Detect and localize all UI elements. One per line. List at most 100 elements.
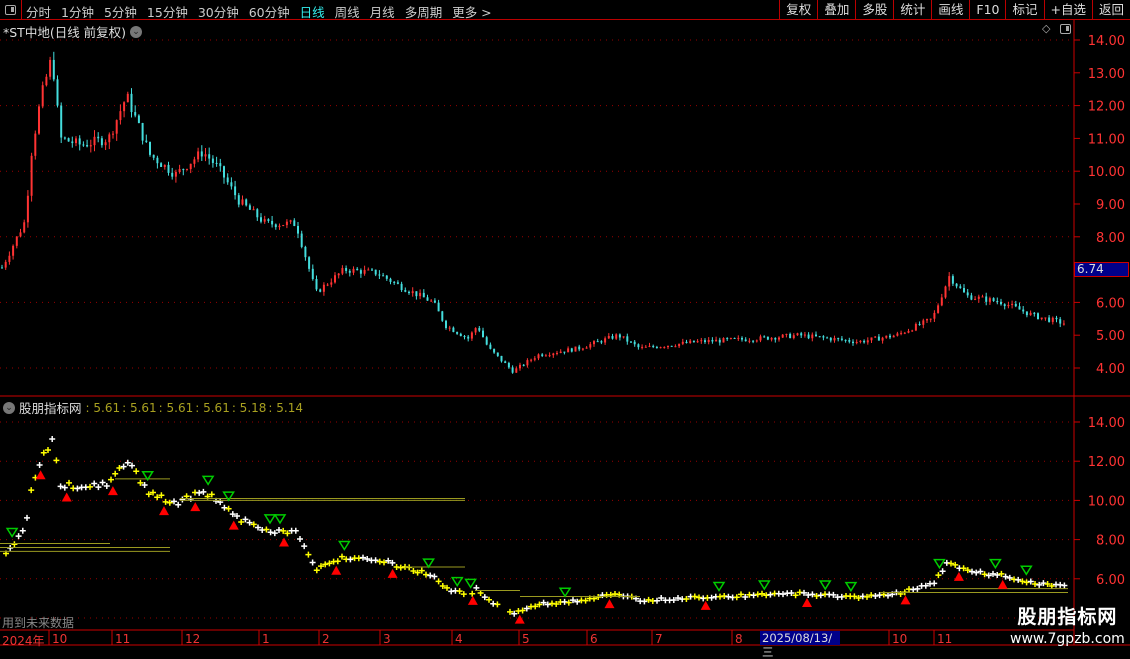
- candle-body: [578, 346, 581, 350]
- indicator-cross: [750, 592, 757, 599]
- candle-body: [837, 338, 840, 340]
- candle-body: [300, 233, 303, 247]
- candle-body: [789, 333, 792, 339]
- candle-body: [89, 145, 92, 147]
- indicator-cross: [939, 568, 946, 575]
- indicator-cross: [91, 480, 98, 487]
- buy-signal-triangle: [190, 502, 201, 512]
- indicator-value: : 5.61: [122, 400, 157, 415]
- sell-signal-triangle: [558, 587, 572, 598]
- candle-body: [733, 337, 736, 339]
- candle-body: [160, 163, 163, 167]
- indicator-cross: [838, 593, 845, 600]
- buy-signal-triangle: [514, 614, 525, 624]
- candle-body: [485, 337, 488, 345]
- candle-body: [304, 246, 307, 258]
- sell-signal-triangle: [222, 491, 235, 502]
- indicator-cross: [87, 483, 93, 490]
- candle-body: [241, 199, 244, 205]
- candle-body: [319, 289, 322, 292]
- candle-body: [1018, 306, 1021, 310]
- indicator-cross: [28, 487, 35, 494]
- candle-body: [844, 339, 847, 341]
- candle-body: [104, 142, 107, 146]
- candle-body: [644, 346, 647, 348]
- indicator-cross: [767, 591, 774, 598]
- candle-body: [1055, 317, 1058, 320]
- candle-body: [974, 298, 977, 300]
- candle-body: [570, 348, 573, 352]
- buy-signal-triangle: [279, 537, 289, 547]
- candle-body: [574, 346, 577, 352]
- candle-body: [914, 323, 917, 331]
- candle-body: [633, 341, 636, 345]
- candle-body: [563, 351, 566, 353]
- candle-body: [711, 339, 714, 342]
- indicator-cross: [19, 527, 26, 534]
- indicator-name: 股朋指标网: [19, 401, 82, 416]
- chart-canvas[interactable]: 14.0013.0012.0011.0010.009.008.006.005.0…: [0, 0, 1130, 650]
- candle-body: [211, 158, 214, 163]
- candle-body: [700, 340, 703, 342]
- candle-body: [977, 296, 980, 299]
- date-label: 8: [735, 632, 743, 646]
- candle-body: [504, 361, 507, 364]
- candle-body: [611, 336, 614, 339]
- candle-body: [859, 340, 862, 343]
- candle-body: [600, 341, 603, 343]
- candle-body: [152, 154, 155, 158]
- candle-body: [167, 164, 170, 173]
- candle-body: [752, 340, 755, 342]
- candle-body: [297, 225, 299, 234]
- indicator-cross: [334, 558, 341, 565]
- candle-body: [796, 333, 799, 336]
- indicator-cross: [162, 498, 169, 505]
- candle-body: [186, 169, 188, 171]
- candle-body: [766, 336, 769, 340]
- candle-body: [589, 344, 592, 348]
- candle-body: [726, 338, 729, 340]
- candle-body: [500, 355, 503, 362]
- candle-body: [696, 341, 699, 343]
- candle-body: [704, 340, 706, 343]
- candle-body: [1033, 312, 1036, 314]
- indicator-cross: [817, 592, 824, 599]
- indicator-cross: [24, 514, 30, 521]
- candle-body: [626, 336, 629, 342]
- chevron-down-icon[interactable]: ⌄: [3, 401, 15, 414]
- indicator-tick-label: 6.00: [1096, 573, 1125, 588]
- sell-signal-triangle: [757, 580, 771, 591]
- candle-body: [408, 291, 410, 294]
- indicator-value: : 5.18: [231, 400, 267, 415]
- indicator-title: ⌄ 股朋指标网: 5.61: 5.61: 5.61: 5.61: 5.18: 5.…: [3, 398, 303, 417]
- candle-body: [848, 340, 851, 342]
- candle-body: [8, 255, 11, 262]
- indicator-cross: [460, 591, 467, 598]
- candle-body: [356, 268, 359, 271]
- candle-body: [12, 245, 15, 256]
- date-label: 7: [655, 632, 663, 646]
- candle-body: [389, 278, 392, 282]
- indicator-cross: [313, 567, 320, 574]
- candle-body: [1000, 301, 1002, 305]
- candle-body: [308, 257, 311, 269]
- candle-body: [552, 353, 555, 356]
- candle-body: [474, 328, 477, 333]
- candle-body: [855, 342, 858, 344]
- candle-body: [593, 341, 595, 345]
- indicator-cross: [133, 468, 140, 475]
- candle-body: [903, 332, 906, 334]
- candle-body: [1051, 317, 1054, 322]
- indicator-cross: [301, 543, 308, 550]
- indicator-values: : 5.61: 5.61: 5.61: 5.61: 5.18: 5.14: [86, 401, 303, 415]
- candle-body: [581, 348, 584, 350]
- candle-body: [137, 115, 140, 124]
- candle-body: [145, 140, 148, 142]
- price-tick-label: 4.00: [1096, 362, 1125, 377]
- indicator-cross: [456, 588, 463, 595]
- candle-body: [922, 320, 925, 325]
- candle-body: [1011, 303, 1014, 305]
- indicator-cross: [494, 601, 501, 608]
- candle-body: [889, 335, 891, 338]
- candle-body: [537, 354, 540, 359]
